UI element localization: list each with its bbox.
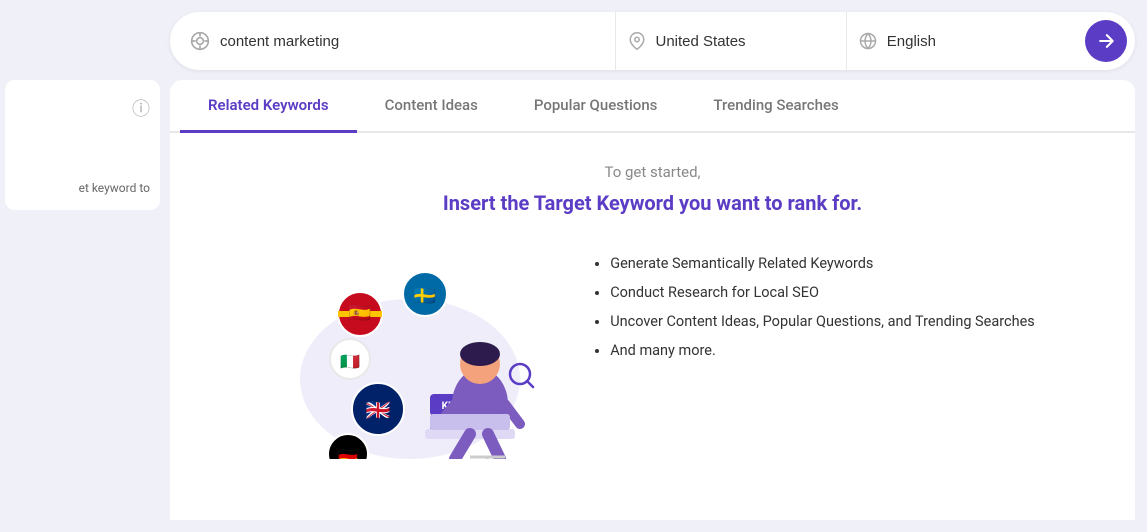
sidebar-panel: ⓘ et keyword to — [5, 80, 160, 210]
feature-item-1: Generate Semantically Related Keywords — [610, 249, 1035, 278]
features-list: Generate Semantically Related Keywords C… — [590, 249, 1035, 365]
keyword-input[interactable] — [220, 33, 603, 50]
feature-item-2: Conduct Research for Local SEO — [610, 278, 1035, 307]
location-segment — [615, 12, 846, 70]
feature-item-4: And many more. — [610, 336, 1035, 365]
headline-text: Insert the Target Keyword you want to ra… — [443, 191, 862, 215]
location-input[interactable] — [656, 33, 834, 50]
svg-text:🇮🇹: 🇮🇹 — [340, 352, 360, 371]
feature-item-3: Uncover Content Ideas, Popular Questions… — [610, 307, 1035, 336]
language-segment — [846, 12, 1077, 70]
svg-text:🇪🇸: 🇪🇸 — [349, 303, 371, 324]
target-icon — [190, 31, 210, 51]
svg-text:🇬🇧: 🇬🇧 — [366, 398, 391, 422]
tab-popular-questions[interactable]: Popular Questions — [506, 80, 686, 133]
tabs-container: Related Keywords Content Ideas Popular Q… — [170, 80, 1135, 520]
search-button[interactable] — [1085, 20, 1127, 62]
tab-trending-searches[interactable]: Trending Searches — [685, 80, 866, 133]
language-input[interactable] — [887, 33, 1065, 50]
sidebar: ⓘ et keyword to — [0, 0, 170, 532]
main-content: Related Keywords Content Ideas Popular Q… — [170, 0, 1147, 532]
svg-text:🇩🇪: 🇩🇪 — [338, 447, 358, 459]
tagline-text: To get started, — [604, 163, 700, 181]
help-icon[interactable]: ⓘ — [132, 95, 150, 121]
language-icon — [859, 32, 877, 50]
sidebar-hint-text: et keyword to — [79, 181, 150, 195]
tabs-bar: Related Keywords Content Ideas Popular Q… — [170, 80, 1135, 133]
tab-content-ideas[interactable]: Content Ideas — [357, 80, 506, 133]
illustration-image: 🇪🇸 🇸🇪 🇮🇹 🇬🇧 🇩🇪 — [270, 239, 550, 459]
svg-text:🇸🇪: 🇸🇪 — [414, 286, 436, 307]
location-icon — [628, 32, 646, 50]
main-panel: To get started, Insert the Target Keywor… — [170, 133, 1135, 520]
tab-related-keywords[interactable]: Related Keywords — [180, 80, 357, 133]
search-bar — [170, 12, 1135, 70]
keyword-segment — [178, 12, 615, 70]
illustration-section: 🇪🇸 🇸🇪 🇮🇹 🇬🇧 🇩🇪 — [190, 239, 1115, 459]
